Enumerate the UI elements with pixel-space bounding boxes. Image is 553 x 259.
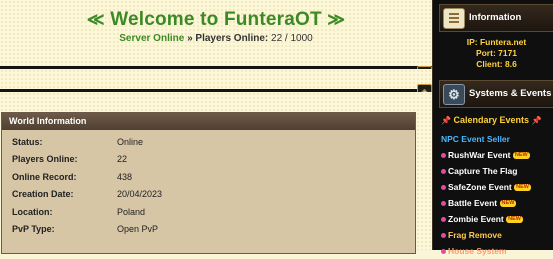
server-status-line: Server Online » Players Online: 22 / 100… bbox=[0, 33, 432, 44]
event-link-battle[interactable]: Battle Event NEW bbox=[441, 195, 553, 211]
world-info-box: World Information Status: Online Players… bbox=[1, 112, 416, 254]
content-area: World Information Status: Online Players… bbox=[0, 92, 432, 254]
server-ip: IP: Funtera.net bbox=[466, 37, 527, 47]
info-value: Online bbox=[117, 137, 144, 147]
separator: » bbox=[184, 33, 196, 44]
event-label: Battle Event bbox=[448, 198, 498, 208]
info-value: Poland bbox=[117, 206, 146, 217]
welcome-banner: ≪ Welcome to FunteraOT ≫ Server Online »… bbox=[0, 0, 432, 66]
event-link-rushwar[interactable]: RushWar Event NEW bbox=[441, 147, 553, 163]
server-port: Port: 7171 bbox=[475, 48, 518, 58]
events-list: NPC Event Seller RushWar Event NEW Captu… bbox=[441, 131, 553, 259]
event-label: Zombie Event bbox=[448, 214, 504, 224]
info-label: Players Online: bbox=[12, 154, 78, 165]
info-value: 438 bbox=[117, 171, 133, 182]
new-badge: NEW bbox=[506, 216, 523, 224]
players-value: 22 / 1000 bbox=[271, 33, 313, 44]
gear-icon: ⚙ bbox=[443, 84, 465, 105]
new-badge: NEW bbox=[514, 184, 531, 192]
event-label: Frag Remove bbox=[448, 230, 502, 240]
dot-icon bbox=[441, 201, 446, 207]
ornament-left-icon: ≪ bbox=[86, 10, 105, 29]
event-link-zombie[interactable]: Zombie Event NEW bbox=[441, 211, 553, 227]
info-value: Open PvP bbox=[117, 223, 159, 234]
welcome-title: ≪ Welcome to FunteraOT ≫ bbox=[0, 9, 432, 31]
info-value: 20/04/2023 bbox=[117, 189, 163, 200]
players-label: Players Online: bbox=[195, 33, 269, 44]
dot-icon bbox=[441, 169, 446, 175]
info-row-creation-date: Creation Date: 20/04/2023 bbox=[2, 189, 415, 206]
dot-icon bbox=[441, 249, 446, 255]
main-content: ≪ Welcome to FunteraOT ≫ Server Online »… bbox=[0, 0, 432, 254]
calendar-heading: 📌 Calendary Events 📌 bbox=[441, 115, 542, 125]
scroll-icon bbox=[443, 8, 465, 29]
info-value: 22 bbox=[117, 154, 128, 165]
event-label: RushWar Event bbox=[448, 150, 511, 160]
info-label: Creation Date: bbox=[12, 189, 74, 200]
info-label: PvP Type: bbox=[12, 223, 55, 234]
event-link-npc-seller[interactable]: NPC Event Seller bbox=[441, 131, 553, 147]
calendar-title: Calendary Events bbox=[453, 115, 530, 125]
site-title: Welcome to FunteraOT bbox=[110, 9, 322, 30]
event-link-house-system[interactable]: House System bbox=[441, 243, 553, 259]
info-row-location: Location: Poland bbox=[2, 207, 415, 224]
systems-title: Systems & Events bbox=[469, 88, 552, 99]
dot-icon bbox=[441, 233, 446, 239]
event-label: Capture The Flag bbox=[448, 166, 518, 176]
pin-icon: 📌 bbox=[441, 116, 451, 125]
info-row-status: Status: Online bbox=[2, 137, 415, 154]
event-link-frag-remove[interactable]: Frag Remove bbox=[441, 227, 553, 243]
pin-icon: 📌 bbox=[531, 116, 542, 125]
new-badge: NEW bbox=[512, 152, 530, 160]
information-title: Information bbox=[469, 12, 522, 23]
info-label: Online Record: bbox=[12, 171, 77, 182]
dot-icon bbox=[441, 217, 446, 223]
systems-header: ⚙ Systems & Events bbox=[439, 80, 553, 108]
world-info-title: World Information bbox=[2, 113, 415, 130]
event-label: NPC Event Seller bbox=[441, 134, 510, 144]
event-link-capture-the-flag[interactable]: Capture The Flag bbox=[441, 163, 553, 179]
info-label: Status: bbox=[12, 137, 43, 147]
spacer bbox=[0, 69, 432, 89]
sidebar: Information IP: Funtera.net Port: 7171 C… bbox=[432, 0, 553, 256]
ornament-right-icon: ≫ bbox=[327, 10, 346, 29]
info-label: Location: bbox=[12, 206, 53, 217]
event-label: SafeZone Event bbox=[448, 182, 512, 192]
event-label: House System bbox=[448, 246, 507, 256]
info-row-players: Players Online: 22 bbox=[2, 154, 415, 171]
info-row-pvp-type: PvP Type: Open PvP bbox=[2, 224, 415, 241]
information-header: Information bbox=[439, 4, 553, 32]
info-row-record: Online Record: 438 bbox=[2, 172, 415, 189]
server-info-panel: IP: Funtera.net Port: 7171 Client: 8.6 bbox=[439, 32, 553, 81]
server-status: Server Online bbox=[119, 33, 185, 44]
world-info-table: Status: Online Players Online: 22 Online… bbox=[2, 137, 415, 241]
client-version: Client: 8.6 bbox=[476, 59, 517, 69]
new-badge: NEW bbox=[499, 200, 517, 208]
dot-icon bbox=[441, 185, 446, 191]
event-link-safezone[interactable]: SafeZone Event NEW bbox=[441, 179, 553, 195]
dot-icon bbox=[441, 153, 446, 159]
